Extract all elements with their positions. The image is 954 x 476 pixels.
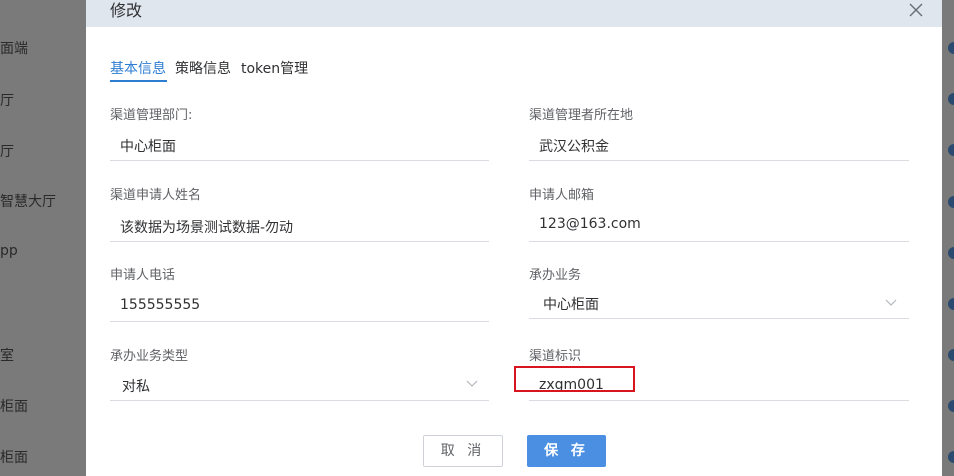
- location-input[interactable]: 武汉公积金: [539, 136, 609, 156]
- bg-right-mark: [948, 196, 954, 208]
- tab-active-indicator: [110, 80, 167, 82]
- location-input-underline: [529, 160, 909, 161]
- bg-left-item: 柜面: [0, 450, 28, 466]
- email-input-underline: [529, 241, 909, 242]
- bg-right-mark: [948, 400, 954, 412]
- tab-basic-info[interactable]: 基本信息: [110, 58, 166, 78]
- business-type-label: 承办业务类型: [110, 349, 189, 364]
- chevron-down-icon[interactable]: [466, 379, 478, 389]
- bg-right-mark: [948, 247, 954, 259]
- bg-right-mark: [948, 349, 954, 361]
- cancel-button[interactable]: 取 消: [423, 435, 503, 467]
- chevron-down-icon[interactable]: [885, 298, 897, 308]
- bg-left-item: 厅: [0, 144, 14, 160]
- edit-dialog: 修改 基本信息 策略信息 token管理 渠道管理部门: 中心柜面 渠道管理者所…: [86, 0, 942, 476]
- business-type-select[interactable]: 对私: [122, 376, 150, 396]
- background-right-edge: [942, 0, 954, 476]
- applicant-name-input[interactable]: 该数据为场景测试数据-勿动: [120, 217, 293, 237]
- bg-right-mark: [948, 93, 954, 105]
- phone-label: 申请人电话: [110, 268, 176, 283]
- dept-input[interactable]: 中心柜面: [120, 136, 176, 156]
- business-type-underline: [110, 400, 489, 401]
- email-input[interactable]: 123@163.com: [539, 216, 641, 232]
- bg-left-item: 柜面: [0, 399, 28, 415]
- business-select[interactable]: 中心柜面: [543, 294, 599, 314]
- channel-id-label: 渠道标识: [529, 349, 582, 364]
- bg-right-mark: [948, 42, 954, 54]
- business-label: 承办业务: [529, 268, 582, 283]
- location-label: 渠道管理者所在地: [529, 108, 634, 123]
- bg-left-item: pp: [0, 243, 18, 259]
- dept-label: 渠道管理部门:: [110, 108, 193, 123]
- tab-token-management[interactable]: token管理: [241, 58, 308, 78]
- phone-input-underline: [110, 321, 489, 322]
- email-label: 申请人邮箱: [529, 188, 595, 203]
- bg-right-mark: [948, 298, 954, 310]
- dialog-title: 修改: [110, 1, 143, 20]
- close-icon[interactable]: [908, 0, 924, 20]
- annotation-highlight-box: [514, 366, 635, 392]
- bg-left-item: 面端: [0, 41, 28, 57]
- bg-left-item: 室: [0, 348, 14, 364]
- phone-input[interactable]: 155555555: [120, 297, 200, 313]
- channel-id-underline: [529, 400, 909, 401]
- business-select-underline: [529, 318, 909, 319]
- bg-left-item: 厅: [0, 93, 14, 109]
- save-button[interactable]: 保 存: [527, 435, 606, 467]
- applicant-name-label: 渠道申请人姓名: [110, 188, 202, 203]
- dialog-header: 修改: [86, 0, 942, 27]
- applicant-name-underline: [110, 241, 489, 242]
- bg-right-mark: [948, 144, 954, 156]
- bg-left-item: 智慧大厅: [0, 194, 56, 210]
- bg-right-mark: [948, 451, 954, 463]
- background-sidebar: 面端 厅 厅 智慧大厅 pp 室 柜面 柜面: [0, 0, 86, 476]
- tab-strategy-info[interactable]: 策略信息: [175, 58, 231, 78]
- dept-input-underline: [110, 160, 489, 161]
